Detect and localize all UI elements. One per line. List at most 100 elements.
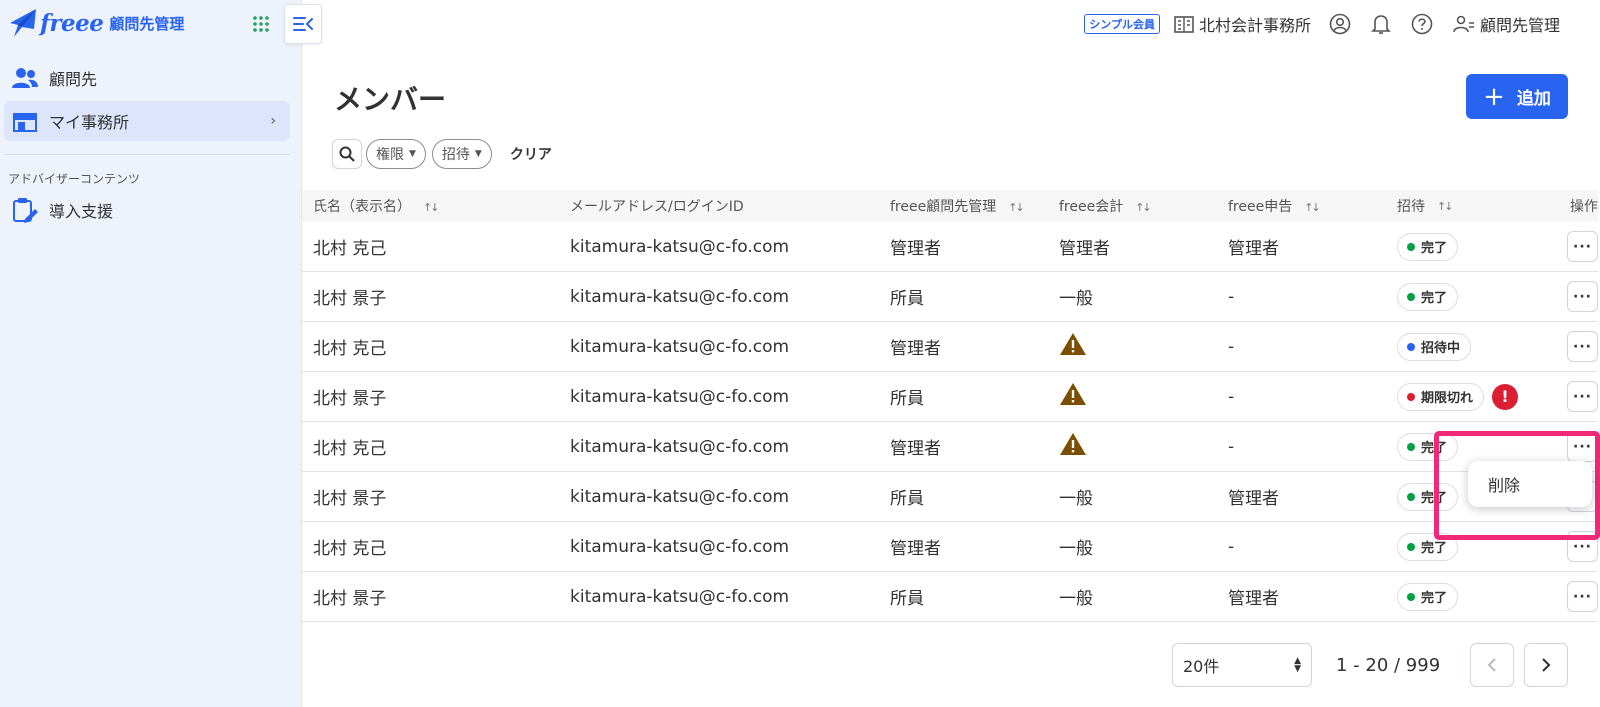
column-label: 招待 xyxy=(1397,199,1425,215)
sort-icon[interactable]: ↑↓ xyxy=(423,201,440,214)
clipboard-edit-icon xyxy=(11,198,39,223)
table-row[interactable]: 北村 景子 kitamura-katsu@c-fo.com 所員 - 期限切れ! ··· xyxy=(302,372,1598,422)
advisor-permission: 管理者 xyxy=(890,339,941,359)
status-dot xyxy=(1407,442,1415,451)
table-row[interactable]: 北村 克己 kitamura-katsu@c-fo.com 管理者 - 完了 ··· xyxy=(302,422,1598,472)
status-dot xyxy=(1407,342,1415,351)
table-row[interactable]: 北村 克己 kitamura-katsu@c-fo.com 管理者 管理者 管理者 完了 ·… xyxy=(302,222,1598,272)
tax-permission: 管理者 xyxy=(1228,489,1279,509)
column-header-name[interactable]: 氏名（表示名） ↑↓ xyxy=(302,196,570,216)
bell-icon[interactable] xyxy=(1371,13,1391,35)
member-name: 北村 景子 xyxy=(313,389,387,409)
tax-permission: - xyxy=(1228,436,1235,457)
status-label: 完了 xyxy=(1421,591,1448,606)
advisor-permission: 所員 xyxy=(890,289,924,309)
search-icon xyxy=(339,146,355,162)
page-title: メンバー xyxy=(334,83,447,116)
tax-permission: - xyxy=(1228,336,1235,357)
advisor-permission: 管理者 xyxy=(890,439,941,459)
per-page-select[interactable]: 20件 ▲ ▼ xyxy=(1172,643,1312,687)
column-header-accounting[interactable]: freee会計 ↑↓ xyxy=(1059,196,1228,216)
member-name: 北村 克己 xyxy=(313,439,387,459)
status-dot xyxy=(1407,592,1415,601)
filter-chip-invite[interactable]: 招待 ▼ xyxy=(431,139,492,169)
sidebar-item-clients[interactable]: 顧問先 xyxy=(4,58,290,98)
search-button[interactable] xyxy=(332,139,362,169)
column-label: freee顧問先管理 xyxy=(890,199,997,215)
advisor-permission: 所員 xyxy=(890,389,924,409)
column-header-invite[interactable]: 招待 ↑↓ xyxy=(1397,196,1533,216)
row-actions-button[interactable]: ··· xyxy=(1567,381,1598,412)
clear-filters-link[interactable]: クリア xyxy=(510,144,552,164)
office-icon xyxy=(11,109,39,133)
pagination: 20件 ▲ ▼ 1 - 20 / 999 xyxy=(1172,643,1569,687)
sort-icon[interactable]: ↑↓ xyxy=(1008,201,1025,214)
status-label: 期限切れ xyxy=(1421,391,1474,406)
more-icon: ··· xyxy=(1573,588,1592,605)
status-dot xyxy=(1407,492,1415,501)
status-badge: 完了 xyxy=(1397,232,1459,261)
row-actions-button[interactable]: ··· xyxy=(1567,581,1598,612)
sort-icon[interactable]: ↑↓ xyxy=(1437,200,1454,213)
sidebar-item-my-office[interactable]: マイ事務所 › xyxy=(4,101,290,141)
table-row[interactable]: 北村 景子 kitamura-katsu@c-fo.com 所員 一般 - 完了 ··· xyxy=(302,272,1598,322)
member-name: 北村 克己 xyxy=(313,239,387,259)
caret-down-icon: ▼ xyxy=(409,149,416,159)
member-email: kitamura-katsu@c-fo.com xyxy=(570,436,790,457)
app-grid-icon[interactable] xyxy=(252,15,270,33)
status-badge: 招待中 xyxy=(1397,332,1472,361)
add-member-button[interactable]: + 追加 xyxy=(1466,74,1568,119)
filter-chip-label: 権限 xyxy=(376,147,404,163)
column-label: freee申告 xyxy=(1228,199,1293,215)
accounting-permission: 管理者 xyxy=(1059,239,1110,259)
more-icon: ··· xyxy=(1573,238,1592,255)
table-row[interactable]: 北村 景子kitamura-katsu@c-fo.com所員一般管理者完了··· xyxy=(302,472,1598,522)
member-name: 北村 克己 xyxy=(313,539,387,559)
plus-icon: + xyxy=(1483,81,1505,112)
member-email: kitamura-katsu@c-fo.com xyxy=(570,536,790,557)
account-icon[interactable] xyxy=(1329,13,1351,35)
status-badge: 期限切れ xyxy=(1397,382,1485,411)
chevron-right-icon: › xyxy=(270,113,276,129)
row-actions-button[interactable]: ··· xyxy=(1567,331,1598,362)
member-name: 北村 景子 xyxy=(313,289,387,309)
alert-icon[interactable]: ! xyxy=(1492,383,1519,410)
accounting-permission: 一般 xyxy=(1059,489,1093,509)
more-icon: ··· xyxy=(1573,338,1592,355)
accounting-permission: 一般 xyxy=(1059,589,1093,609)
menu-item-delete[interactable]: 削除 xyxy=(1488,472,1520,496)
sidebar: freee 顧問先管理 顧問先 マイ事務所 › アドバイザーコンテンツ 導入支援 xyxy=(0,0,322,707)
member-email: kitamura-katsu@c-fo.com xyxy=(570,336,790,357)
sidebar-item-onboarding[interactable]: 導入支援 xyxy=(4,190,290,230)
column-header-tax[interactable]: freee申告 ↑↓ xyxy=(1228,196,1397,216)
members-table: 氏名（表示名） ↑↓ メールアドレス/ログインID freee顧問先管理 ↑↓ fr… xyxy=(302,190,1598,622)
prev-page-button[interactable] xyxy=(1470,643,1515,687)
table-row[interactable]: 北村 景子 kitamura-katsu@c-fo.com 所員 一般 管理者 完了 ··· xyxy=(302,572,1598,622)
table-row[interactable]: 北村 克己 kitamura-katsu@c-fo.com 管理者 - 招待中 ··· xyxy=(302,322,1598,372)
per-page-value: 20件 xyxy=(1183,657,1220,676)
member-email: kitamura-katsu@c-fo.com xyxy=(570,486,790,507)
column-header-advisor[interactable]: freee顧問先管理 ↑↓ xyxy=(890,196,1059,216)
filter-chip-permission[interactable]: 権限 ▼ xyxy=(366,139,426,169)
product-name: 顧問先管理 xyxy=(109,14,185,33)
warning-icon xyxy=(1060,333,1086,355)
office-switcher[interactable]: 北村会計事務所 xyxy=(1174,12,1311,36)
member-email: kitamura-katsu@c-fo.com xyxy=(570,586,790,607)
next-page-button[interactable] xyxy=(1524,643,1569,687)
row-actions-button[interactable]: ··· xyxy=(1567,231,1598,262)
sort-icon[interactable]: ↑↓ xyxy=(1304,201,1321,214)
status-badge: 完了 xyxy=(1397,582,1459,611)
member-email: kitamura-katsu@c-fo.com xyxy=(570,286,790,307)
column-header-email: メールアドレス/ログインID xyxy=(570,196,890,216)
sidebar-item-label: 顧問先 xyxy=(49,70,98,89)
row-actions-button[interactable]: ··· xyxy=(1567,281,1598,312)
member-name: 北村 景子 xyxy=(313,589,387,609)
app-logo[interactable]: freee 顧問先管理 xyxy=(8,6,184,40)
sort-icon[interactable]: ↑↓ xyxy=(1135,201,1152,214)
product-switcher[interactable]: 顧問先管理 xyxy=(1453,12,1560,36)
column-label: 操作 xyxy=(1570,199,1598,215)
table-row[interactable]: 北村 克己 kitamura-katsu@c-fo.com 管理者 一般 - 完了 ··· xyxy=(302,522,1598,572)
help-icon[interactable] xyxy=(1411,13,1433,35)
advisor-permission: 所員 xyxy=(890,589,924,609)
tax-permission: 管理者 xyxy=(1228,589,1279,609)
